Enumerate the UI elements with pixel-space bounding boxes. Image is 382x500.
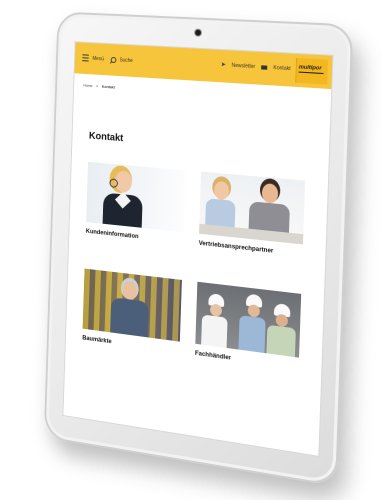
- search-icon[interactable]: [110, 56, 116, 63]
- search-link[interactable]: Suche: [120, 57, 133, 64]
- breadcrumb: Home » Kontakt: [83, 84, 115, 90]
- contact-link[interactable]: Kontakt: [273, 65, 290, 72]
- logo-underline: [298, 71, 324, 75]
- logo-text: multipor: [298, 64, 322, 72]
- nav-left: Menü Suche: [82, 54, 133, 64]
- logo[interactable]: multipor: [295, 58, 329, 85]
- tile-fachhaendler[interactable]: Fachhändler: [195, 281, 302, 371]
- tile-photo-workers[interactable]: [195, 281, 302, 358]
- tile-kundeninformation[interactable]: Kundeninformation: [86, 161, 186, 245]
- photo-detail: [213, 180, 230, 201]
- menu-icon[interactable]: [82, 54, 89, 62]
- tile-photo-meeting[interactable]: [199, 171, 306, 245]
- breadcrumb-home[interactable]: Home: [83, 84, 92, 88]
- photo-detail: [110, 297, 149, 338]
- breadcrumb-separator: »: [96, 84, 99, 89]
- website-screen: Menü Suche ➤ Newsletter Kontakt multipor…: [62, 41, 334, 457]
- mail-icon[interactable]: [261, 65, 268, 70]
- paper-plane-icon[interactable]: ➤: [221, 62, 226, 68]
- header-bar: Menü Suche ➤ Newsletter Kontakt multipor: [74, 42, 333, 90]
- tile-photo-callcenter[interactable]: [86, 161, 186, 233]
- tile-photo-store[interactable]: [82, 268, 182, 342]
- photo-detail: [201, 314, 228, 348]
- breadcrumb-current: Kontakt: [101, 84, 115, 90]
- menu-link[interactable]: Menü: [92, 55, 104, 62]
- tile-baumaerkte[interactable]: Baumärkte: [82, 268, 182, 355]
- tile-vertriebsansprechpartner[interactable]: Vertriebsansprechpartner: [199, 171, 306, 258]
- scene: Menü Suche ➤ Newsletter Kontakt multipor…: [0, 0, 382, 500]
- photo-detail: [261, 182, 279, 204]
- tablet-device: Menü Suche ➤ Newsletter Kontakt multipor…: [43, 11, 354, 487]
- page-title: Kontakt: [88, 130, 124, 145]
- nav-right: ➤ Newsletter Kontakt: [221, 62, 291, 72]
- photo-detail: [238, 315, 266, 354]
- newsletter-link[interactable]: Newsletter: [232, 63, 256, 70]
- camera-icon: [195, 29, 202, 36]
- photo-detail: [266, 324, 296, 358]
